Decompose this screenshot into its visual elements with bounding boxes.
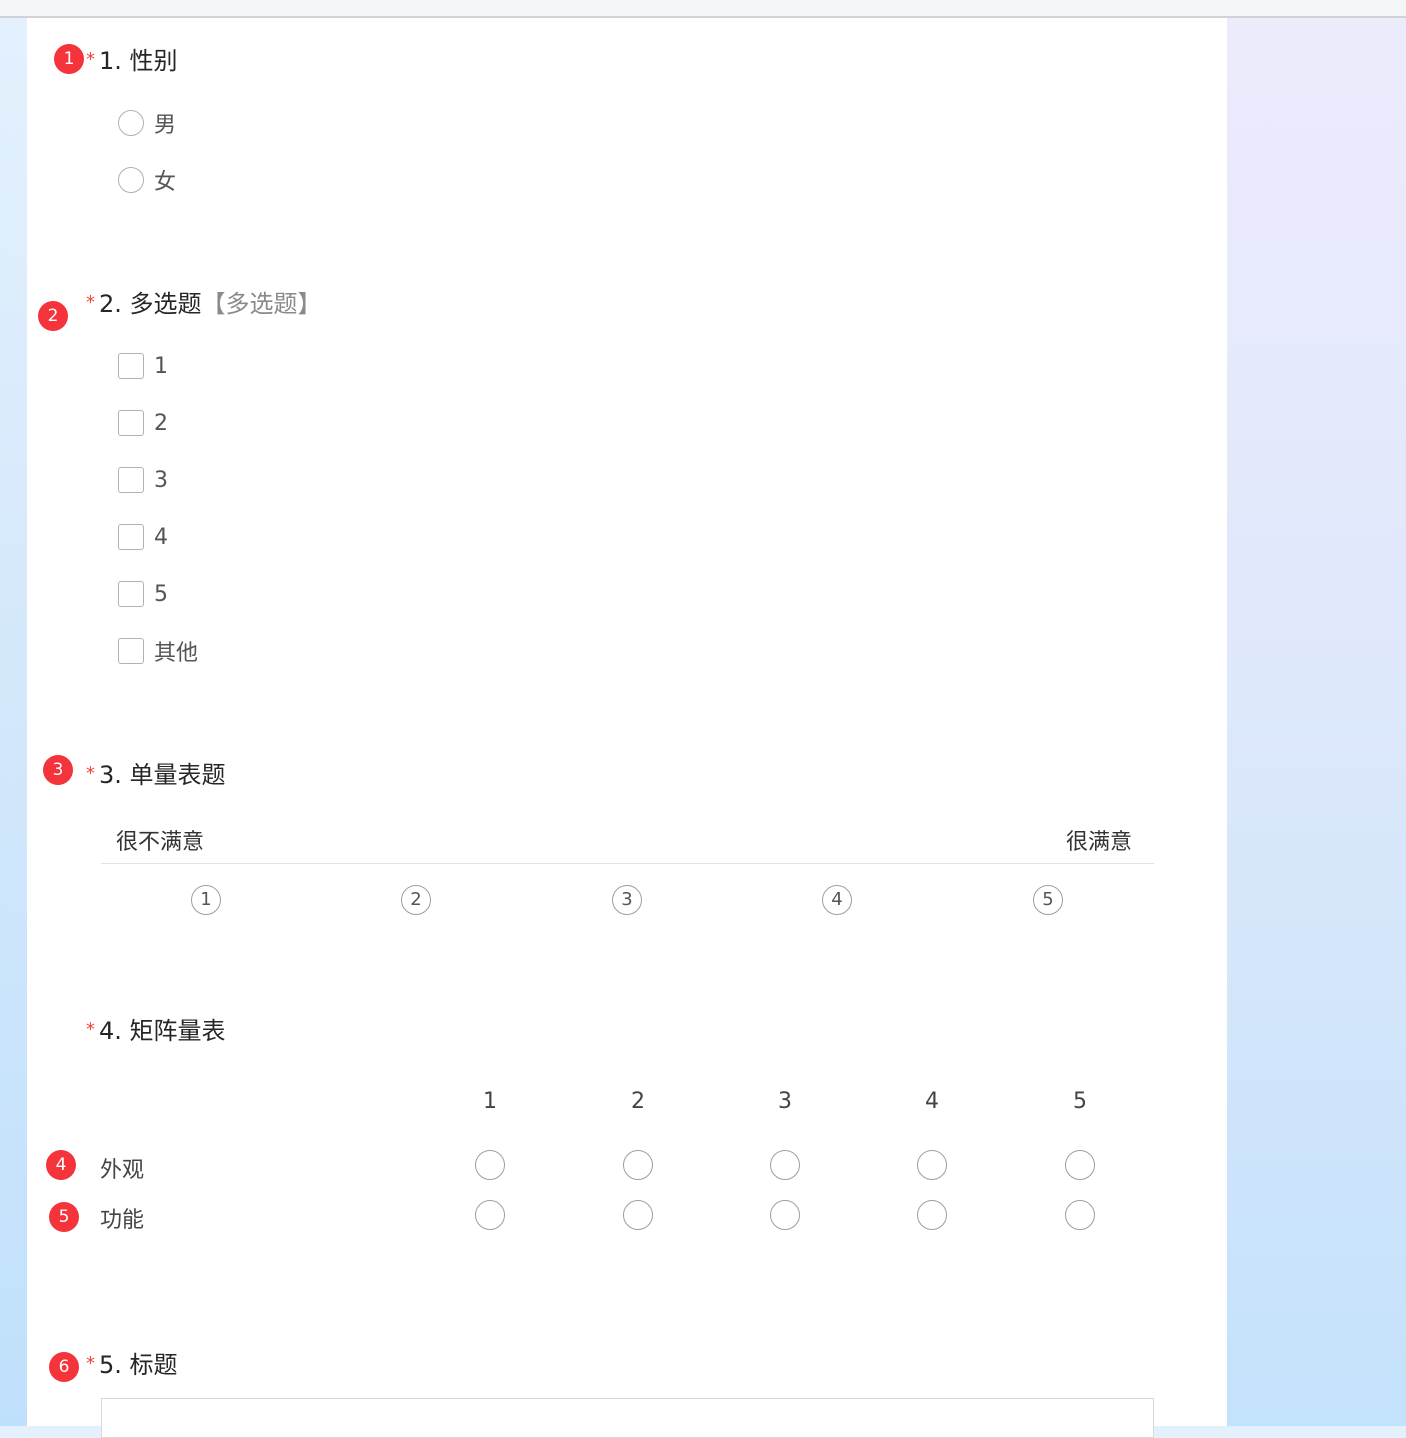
scale-right-label: 很满意 xyxy=(1066,830,1133,855)
annotation-badge-4: 4 xyxy=(46,1150,76,1180)
option-label: 男 xyxy=(154,113,177,138)
scale-option-1[interactable]: 1 xyxy=(191,885,221,915)
question-number: 1. xyxy=(99,47,122,75)
matrix-column-header: 5 xyxy=(1073,1089,1087,1114)
option-label: 3 xyxy=(154,467,168,493)
checkbox-option-5[interactable]: 5 xyxy=(118,580,168,608)
checkbox[interactable] xyxy=(118,581,144,607)
required-marker: * xyxy=(86,292,95,313)
question-5-title: * 5. 标题 xyxy=(86,1349,178,1380)
matrix-radio-appearance-2[interactable] xyxy=(623,1150,653,1180)
matrix-radio-function-5[interactable] xyxy=(1065,1200,1095,1230)
matrix-radio-appearance-1[interactable] xyxy=(475,1150,505,1180)
question-3-title: * 3. 单量表题 xyxy=(86,759,226,790)
annotation-badge-5: 5 xyxy=(49,1202,79,1232)
required-marker: * xyxy=(86,763,95,784)
page-background xyxy=(1227,18,1406,1426)
option-label: 1 xyxy=(154,353,168,379)
matrix-row-label-appearance: 外观 xyxy=(100,1158,145,1183)
annotation-badge-3: 3 xyxy=(43,755,73,785)
required-marker: * xyxy=(86,1019,95,1040)
option-label: 2 xyxy=(154,410,168,436)
required-marker: * xyxy=(86,49,95,70)
matrix-column-header: 3 xyxy=(778,1089,792,1114)
question-text: 多选题 xyxy=(129,290,202,318)
question-4-title: * 4. 矩阵量表 xyxy=(86,1015,226,1046)
matrix-radio-function-4[interactable] xyxy=(917,1200,947,1230)
question-number: 3. xyxy=(99,761,122,789)
question-1-title: * 1. 性别 xyxy=(86,45,178,76)
checkbox-option-other[interactable]: 其他 xyxy=(118,637,199,666)
option-label: 5 xyxy=(154,581,168,607)
question-text: 性别 xyxy=(129,47,178,75)
scale-option-4[interactable]: 4 xyxy=(822,885,852,915)
annotation-badge-6: 6 xyxy=(49,1352,79,1382)
option-label: 其他 xyxy=(154,641,199,666)
checkbox[interactable] xyxy=(118,467,144,493)
question-number: 2. xyxy=(99,290,122,318)
matrix-radio-function-3[interactable] xyxy=(770,1200,800,1230)
scale-option-2[interactable]: 2 xyxy=(401,885,431,915)
question-text: 标题 xyxy=(129,1351,178,1379)
scale-option-5[interactable]: 5 xyxy=(1033,885,1063,915)
annotation-badge-2: 2 xyxy=(38,301,68,331)
scale-option-3[interactable]: 3 xyxy=(612,885,642,915)
matrix-radio-appearance-3[interactable] xyxy=(770,1150,800,1180)
matrix-column-header: 1 xyxy=(483,1089,497,1114)
checkbox[interactable] xyxy=(118,524,144,550)
option-label: 4 xyxy=(154,524,168,550)
question-number: 5. xyxy=(99,1351,122,1379)
radio-button[interactable] xyxy=(118,110,144,136)
text-answer-input[interactable] xyxy=(101,1398,1154,1438)
question-2-title: * 2. 多选题【多选题】 xyxy=(86,288,322,319)
matrix-column-header: 2 xyxy=(631,1089,645,1114)
question-text: 矩阵量表 xyxy=(129,1017,226,1045)
question-text: 单量表题 xyxy=(129,761,226,789)
option-male[interactable]: 男 xyxy=(118,109,177,138)
checkbox-option-1[interactable]: 1 xyxy=(118,352,168,380)
matrix-radio-function-2[interactable] xyxy=(623,1200,653,1230)
checkbox[interactable] xyxy=(118,410,144,436)
question-type-hint: 【多选题】 xyxy=(201,290,322,318)
option-female[interactable]: 女 xyxy=(118,166,177,195)
required-marker: * xyxy=(86,1353,95,1374)
checkbox[interactable] xyxy=(118,638,144,664)
question-number: 4. xyxy=(99,1017,122,1045)
matrix-column-header: 4 xyxy=(925,1089,939,1114)
checkbox[interactable] xyxy=(118,353,144,379)
matrix-radio-appearance-5[interactable] xyxy=(1065,1150,1095,1180)
scale-left-label: 很不满意 xyxy=(116,830,205,855)
checkbox-option-2[interactable]: 2 xyxy=(118,409,168,437)
checkbox-option-3[interactable]: 3 xyxy=(118,466,168,494)
option-label: 女 xyxy=(154,170,177,195)
annotation-badge-1: 1 xyxy=(54,44,84,74)
checkbox-option-4[interactable]: 4 xyxy=(118,523,168,551)
radio-button[interactable] xyxy=(118,167,144,193)
browser-top-bar xyxy=(0,0,1406,18)
matrix-radio-function-1[interactable] xyxy=(475,1200,505,1230)
matrix-radio-appearance-4[interactable] xyxy=(917,1150,947,1180)
matrix-row-label-function: 功能 xyxy=(100,1208,145,1233)
scale-divider xyxy=(101,863,1154,864)
